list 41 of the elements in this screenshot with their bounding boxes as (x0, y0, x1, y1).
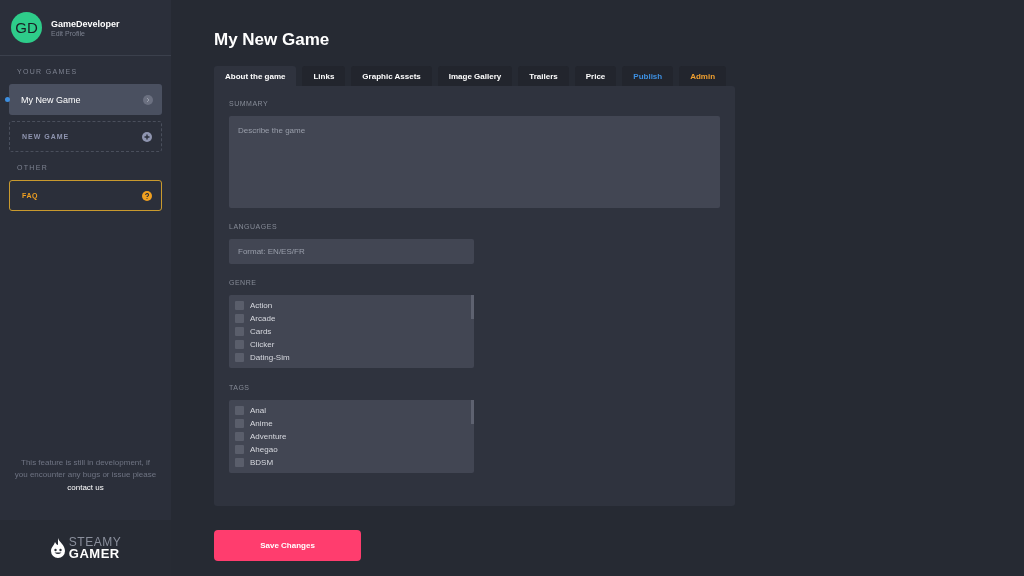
plus-icon (142, 131, 152, 142)
checkbox[interactable] (235, 419, 244, 428)
option-label: Dating-Sim (250, 353, 290, 362)
logo-text: GAMER (68, 548, 121, 559)
input-field[interactable]: Format: EN/ES/FR (229, 239, 474, 264)
tab[interactable]: Image Gallery (437, 66, 513, 86)
option-label: Ahegao (250, 445, 278, 454)
selection-dot (5, 97, 10, 102)
question-icon (142, 190, 152, 201)
option-label: Clicker (250, 340, 275, 349)
tab[interactable]: About the game (214, 66, 297, 86)
option-label: Anal (250, 406, 266, 415)
tab[interactable]: Trailers (518, 66, 569, 86)
checkbox[interactable] (235, 327, 244, 336)
tab[interactable]: Graphic Assets (351, 66, 432, 86)
tab[interactable]: Links (302, 66, 346, 86)
chevron-right-icon (143, 94, 153, 105)
checkbox[interactable] (235, 301, 244, 310)
checkbox[interactable] (235, 458, 244, 467)
option-label: Adventure (250, 432, 287, 441)
logo-text: STEAMY (68, 537, 122, 548)
option-label: Action (250, 301, 273, 310)
text-area[interactable]: Describe the game (229, 116, 720, 208)
checkbox[interactable] (235, 445, 244, 454)
tab[interactable]: Admin (679, 66, 727, 86)
flame-icon (49, 538, 66, 558)
option-label: Anime (250, 419, 273, 428)
page-title: My New Game (214, 30, 331, 50)
tab[interactable]: Price (574, 66, 617, 86)
checkbox[interactable] (235, 353, 244, 362)
option-label: Cards (250, 327, 272, 336)
user-name: GameDeveloper (51, 18, 120, 29)
option-label: BDSM (250, 458, 274, 467)
checkbox[interactable] (235, 432, 244, 441)
option-label: Arcade (250, 314, 276, 323)
contact-link[interactable]: contact us (67, 482, 104, 492)
tab[interactable]: Publish (622, 66, 674, 86)
checkbox[interactable] (235, 406, 244, 415)
checkbox[interactable] (235, 340, 244, 349)
checkbox[interactable] (235, 314, 244, 323)
avatar: GD (11, 12, 42, 43)
